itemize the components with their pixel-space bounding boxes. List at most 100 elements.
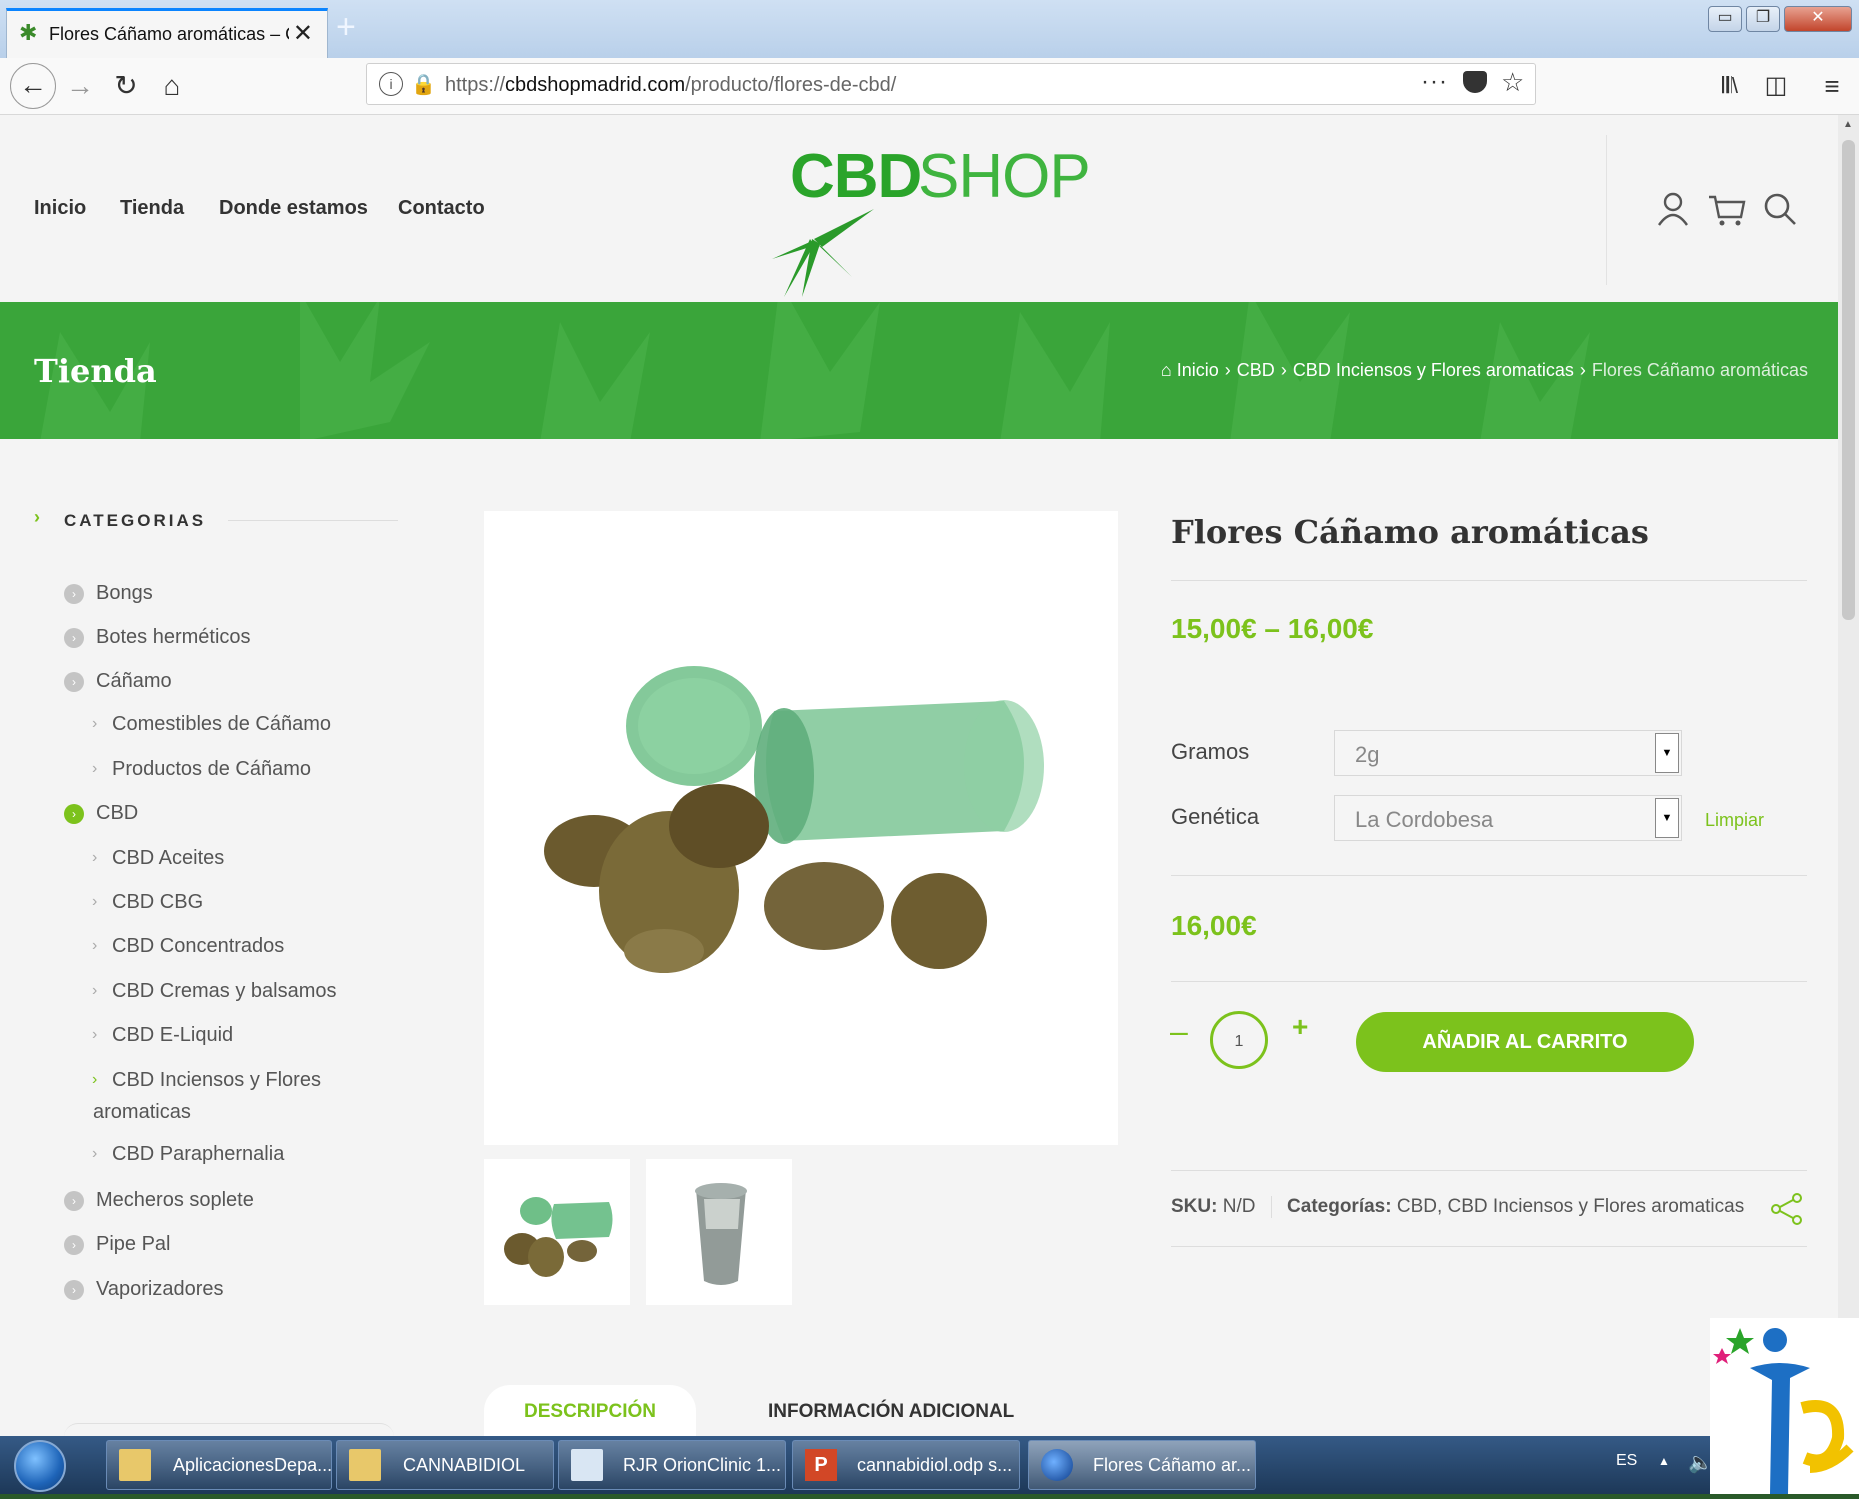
category-cbd-concentrados[interactable]: CBD Concentrados [112, 935, 284, 958]
divider [1171, 981, 1807, 982]
quantity-input[interactable]: 1 [1210, 1011, 1268, 1069]
scroll-up-arrow-icon[interactable]: ▲ [1843, 119, 1853, 130]
browser-tab[interactable]: ✱ Flores Cáñamo aromáticas – CBD ✕ [6, 8, 328, 58]
url-text[interactable]: https://cbdshopmadrid.com/producto/flore… [445, 74, 896, 97]
library-icon[interactable]: 𝄃𝄃\ [1710, 66, 1750, 106]
dropdown-arrow-icon[interactable]: ▼ [1655, 733, 1679, 773]
clear-selection-link[interactable]: Limpiar [1705, 810, 1764, 831]
taskbar-item[interactable]: CANNABIDIOL [336, 1440, 554, 1490]
show-hidden-icons-arrow-icon[interactable]: ▲ [1658, 1454, 1670, 1468]
share-icon[interactable] [1770, 1192, 1804, 1226]
breadcrumb-cbd[interactable]: CBD [1237, 360, 1275, 380]
genetica-select[interactable]: La Cordobesa ▼ [1334, 795, 1682, 841]
language-indicator[interactable]: ES [1616, 1452, 1637, 1470]
sku-value: N/D [1222, 1196, 1256, 1218]
category-cbd[interactable]: CBD [96, 802, 138, 825]
browser-window: ✱ Flores Cáñamo aromáticas – CBD ✕ + ▭ ❐… [0, 0, 1859, 1436]
category-cbd-cbg[interactable]: CBD CBG [112, 891, 203, 914]
meta-separator [1270, 1196, 1272, 1218]
hamburger-menu-icon[interactable]: ≡ [1812, 66, 1852, 106]
category-productos-de-canamo[interactable]: Productos de Cáñamo [112, 758, 311, 781]
categories-links[interactable]: CBD, CBD Inciensos y Flores aromaticas [1397, 1196, 1744, 1217]
product-main-image[interactable] [484, 511, 1118, 1145]
figure-with-stars-logo-icon [1713, 1328, 1854, 1494]
product-meta: SKU: N/D Categorías: CBD, CBD Inciensos … [1171, 1196, 1744, 1218]
expand-bullet-icon[interactable]: › [64, 628, 84, 648]
scrollbar-thumb[interactable] [1842, 140, 1855, 620]
user-account-icon[interactable] [1657, 191, 1689, 227]
category-canamo[interactable]: Cáñamo [96, 670, 172, 693]
sidebar-toggle-icon[interactable]: ◫ [1756, 66, 1796, 106]
taskbar-item[interactable]: P cannabidiol.odp s... [792, 1440, 1020, 1490]
expand-bullet-icon[interactable]: › [64, 1235, 84, 1255]
selected-variation-price: 16,00€ [1171, 910, 1257, 941]
quantity-decrease-button[interactable]: – [1170, 1013, 1188, 1050]
menu-tienda[interactable]: Tienda [120, 197, 184, 220]
category-pipe-pal[interactable]: Pipe Pal [96, 1233, 171, 1256]
info-icon[interactable]: i [379, 72, 403, 96]
new-tab-button[interactable]: + [336, 10, 356, 44]
minimize-button[interactable]: ▭ [1708, 6, 1742, 32]
breadcrumb-inicio[interactable]: Inicio [1177, 360, 1219, 380]
sku-label: SKU: [1171, 1196, 1218, 1218]
tab-descripcion[interactable]: DESCRIPCIÓN [484, 1385, 696, 1436]
start-button[interactable] [14, 1440, 66, 1492]
tab-informacion-adicional[interactable]: INFORMACIÓN ADICIONAL [768, 1385, 1014, 1436]
price-range: 15,00€ – 16,00€ [1171, 613, 1374, 644]
url-bar[interactable]: i 🔒 https://cbdshopmadrid.com/producto/f… [366, 63, 1536, 105]
back-arrow-icon[interactable]: ← [10, 63, 56, 109]
chevron-right-icon: › [92, 1071, 98, 1088]
shopping-cart-icon[interactable] [1707, 193, 1747, 227]
product-thumbnail-1[interactable] [484, 1159, 630, 1305]
navigation-toolbar: ← → ↻ ⌂ i 🔒 https://cbdshopmadrid.com/pr… [0, 58, 1859, 115]
category-mecheros[interactable]: Mecheros soplete [96, 1189, 254, 1212]
title-bar: ✱ Flores Cáñamo aromáticas – CBD ✕ + ▭ ❐… [0, 0, 1859, 58]
dropdown-arrow-icon[interactable]: ▼ [1655, 798, 1679, 838]
banner-title: Tienda [34, 352, 157, 390]
bookmark-star-icon[interactable]: ☆ [1501, 67, 1524, 98]
chevron-right-icon: › [34, 507, 40, 527]
maximize-button[interactable]: ❐ [1746, 6, 1780, 32]
category-cbd-cremas[interactable]: CBD Cremas y balsamos [112, 980, 337, 1003]
category-comestibles-de-canamo[interactable]: Comestibles de Cáñamo [112, 713, 331, 736]
breadcrumb-category[interactable]: CBD Inciensos y Flores aromaticas [1293, 360, 1574, 380]
category-cbd-aceites[interactable]: CBD Aceites [112, 847, 224, 870]
pocket-icon[interactable] [1463, 71, 1487, 93]
add-to-cart-button[interactable]: AÑADIR AL CARRITO [1356, 1012, 1694, 1072]
menu-contacto[interactable]: Contacto [398, 197, 485, 220]
category-cbd-inciensos-cont[interactable]: aromaticas [93, 1101, 191, 1124]
taskbar-item[interactable]: Flores Cáñamo ar... [1028, 1440, 1256, 1490]
expand-bullet-icon[interactable]: › [64, 1191, 84, 1211]
reload-icon[interactable]: ↻ [106, 66, 146, 106]
expand-bullet-icon[interactable]: › [64, 804, 84, 824]
menu-donde-estamos[interactable]: Donde estamos [219, 197, 368, 220]
category-cbd-inciensos[interactable]: CBD Inciensos y Flores [112, 1069, 321, 1092]
taskbar-item[interactable]: AplicacionesDepa... [106, 1440, 332, 1490]
page-title-banner: Tienda ⌂ Inicio › CBD › CBD Inciensos y Flor… [0, 302, 1838, 439]
category-cbd-paraphernalia[interactable]: CBD Paraphernalia [112, 1143, 284, 1166]
search-icon[interactable] [1762, 191, 1798, 227]
expand-bullet-icon[interactable]: › [64, 584, 84, 604]
home-icon[interactable]: ⌂ [152, 66, 192, 106]
categories-label: Categorías: [1287, 1196, 1392, 1218]
category-cbd-eliquid[interactable]: CBD E-Liquid [112, 1024, 233, 1047]
expand-bullet-icon[interactable]: › [64, 672, 84, 692]
product-thumbnail-2[interactable] [646, 1159, 792, 1305]
chevron-right-icon: › [92, 1026, 98, 1043]
menu-inicio[interactable]: Inicio [34, 197, 86, 220]
taskbar-item[interactable]: RJR OrionClinic 1... [558, 1440, 786, 1490]
category-bongs[interactable]: Bongs [96, 582, 153, 605]
category-vaporizadores[interactable]: Vaporizadores [96, 1278, 223, 1301]
vertical-scrollbar[interactable]: ▲ [1838, 115, 1859, 1436]
gramos-select[interactable]: 2g ▼ [1334, 730, 1682, 776]
lock-icon[interactable]: 🔒 [411, 72, 436, 97]
product-photo [544, 666, 1044, 973]
page-actions-icon[interactable]: ··· [1421, 68, 1448, 96]
close-tab-icon[interactable]: ✕ [293, 19, 313, 48]
header-divider [1606, 135, 1607, 285]
expand-bullet-icon[interactable]: › [64, 1280, 84, 1300]
close-window-button[interactable]: ✕ [1784, 6, 1852, 32]
category-botes-hermeticos[interactable]: Botes herméticos [96, 626, 251, 649]
quantity-increase-button[interactable]: + [1292, 1011, 1308, 1043]
forward-arrow-icon[interactable]: → [60, 66, 100, 106]
